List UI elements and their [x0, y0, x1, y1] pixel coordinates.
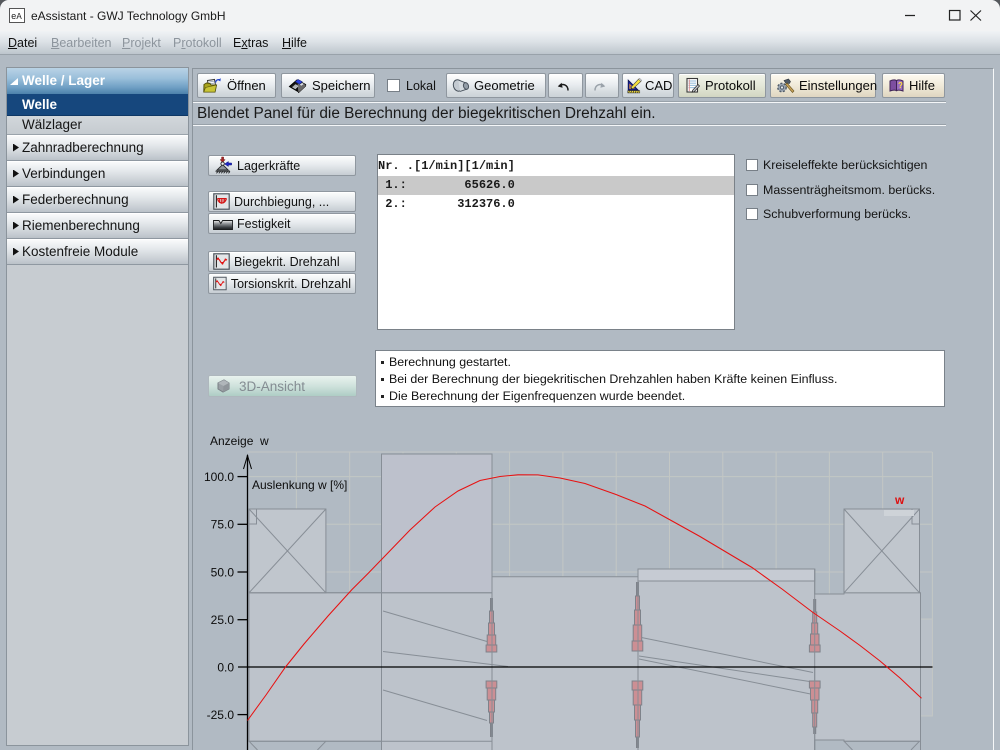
- svg-text:?: ?: [898, 81, 903, 90]
- svg-text:25.0: 25.0: [211, 613, 235, 627]
- svg-text:w: w: [259, 434, 269, 448]
- svg-text:0.0: 0.0: [217, 660, 234, 674]
- svg-text:-25.0: -25.0: [207, 708, 235, 722]
- svg-text:w: w: [894, 493, 905, 507]
- svg-text:Anzeige: Anzeige: [210, 434, 254, 448]
- svg-text:eA: eA: [11, 12, 22, 22]
- svg-text:50.0: 50.0: [211, 565, 235, 579]
- svg-text:100.0: 100.0: [204, 470, 234, 484]
- svg-text:75.0: 75.0: [211, 518, 235, 532]
- svg-text:Auslenkung w [%]: Auslenkung w [%]: [252, 478, 347, 492]
